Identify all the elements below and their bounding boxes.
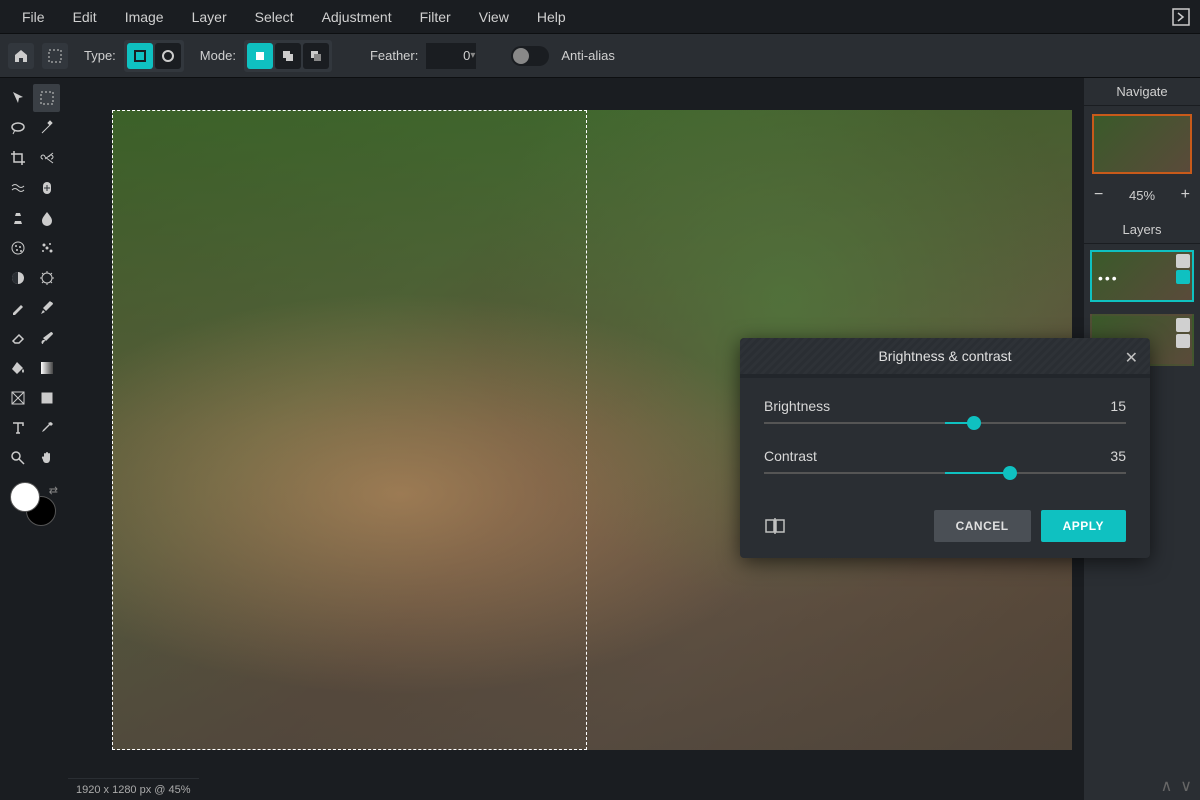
layer-visible-icon[interactable]	[1176, 270, 1190, 284]
contrast-slider-thumb[interactable]	[1003, 466, 1017, 480]
blur-tool[interactable]	[33, 204, 60, 232]
brush-tool[interactable]	[33, 294, 60, 322]
contrast-label: Contrast	[764, 448, 817, 464]
cancel-button[interactable]: CANCEL	[934, 510, 1031, 542]
compare-icon[interactable]	[764, 515, 786, 537]
pen-tool[interactable]	[4, 294, 31, 322]
layer-visible-icon[interactable]	[1176, 334, 1190, 348]
menu-adjustment[interactable]: Adjustment	[308, 3, 406, 31]
navigate-thumbnail[interactable]	[1092, 114, 1192, 174]
mode-subtract[interactable]	[303, 43, 329, 69]
hand-tool[interactable]	[33, 444, 60, 472]
disperse-tool[interactable]	[33, 234, 60, 262]
crop-tool[interactable]	[4, 144, 31, 172]
wand-tool[interactable]	[33, 114, 60, 142]
foreground-color[interactable]	[10, 482, 40, 512]
marquee-tool-icon[interactable]	[42, 43, 68, 69]
gradient-tool[interactable]	[33, 354, 60, 382]
color-swatches: ⇄	[4, 482, 60, 526]
brightness-label: Brightness	[764, 398, 830, 414]
menu-layer[interactable]: Layer	[178, 3, 241, 31]
zoom-in-button[interactable]: +	[1181, 186, 1190, 204]
layer-down-icon[interactable]: ∨	[1180, 776, 1192, 796]
type-rectangle[interactable]	[127, 43, 153, 69]
menu-view[interactable]: View	[465, 3, 523, 31]
type-ellipse[interactable]	[155, 43, 181, 69]
brightness-slider[interactable]	[764, 422, 1126, 424]
apply-button[interactable]: APPLY	[1041, 510, 1126, 542]
text-tool[interactable]	[4, 414, 31, 442]
antialias-toggle[interactable]	[511, 46, 549, 66]
contrast-value: 35	[1110, 448, 1126, 464]
clone-tool[interactable]	[4, 204, 31, 232]
zoom-out-button[interactable]: −	[1094, 186, 1103, 204]
layer-1[interactable]: •••	[1090, 250, 1194, 302]
menubar: File Edit Image Layer Select Adjustment …	[0, 0, 1200, 34]
marquee-tool[interactable]	[33, 84, 60, 112]
dialog-header[interactable]: Brightness & contrast ✕	[740, 338, 1150, 378]
feather-input[interactable]	[426, 43, 476, 69]
layers-panel-header[interactable]: Layers	[1084, 216, 1200, 244]
frame-tool[interactable]	[33, 384, 60, 412]
dialog-title: Brightness & contrast	[878, 348, 1011, 364]
panel-toggle-icon[interactable]	[1170, 6, 1192, 28]
home-button[interactable]	[8, 43, 34, 69]
sharpen-tool[interactable]	[33, 264, 60, 292]
status-bar: 1920 x 1280 px @ 45%	[68, 778, 199, 800]
shape-tool[interactable]	[4, 384, 31, 412]
liquify-tool[interactable]	[4, 174, 31, 202]
mode-add[interactable]	[275, 43, 301, 69]
layer-up-icon[interactable]: ∧	[1161, 776, 1173, 796]
layer-image-icon	[1176, 318, 1190, 332]
lasso-tool[interactable]	[4, 114, 31, 142]
dodge-tool[interactable]	[4, 264, 31, 292]
navigate-panel-header[interactable]: Navigate	[1084, 78, 1200, 106]
type-label: Type:	[84, 48, 116, 63]
replace-color-tool[interactable]	[33, 324, 60, 352]
close-icon[interactable]: ✕	[1125, 348, 1138, 368]
contrast-slider[interactable]	[764, 472, 1126, 474]
fill-tool[interactable]	[4, 354, 31, 382]
brightness-slider-thumb[interactable]	[967, 416, 981, 430]
swap-colors-icon[interactable]: ⇄	[49, 484, 58, 497]
sponge-tool[interactable]	[4, 234, 31, 262]
brightness-contrast-dialog: Brightness & contrast ✕ Brightness 15 Co…	[740, 338, 1150, 558]
menu-file[interactable]: File	[8, 3, 59, 31]
antialias-label: Anti-alias	[561, 48, 614, 63]
mode-label: Mode:	[200, 48, 236, 63]
zoom-tool[interactable]	[4, 444, 31, 472]
eyedropper-tool[interactable]	[33, 414, 60, 442]
eraser-tool[interactable]	[4, 324, 31, 352]
menu-edit[interactable]: Edit	[59, 3, 111, 31]
feather-label: Feather:	[370, 48, 418, 63]
optionsbar: Type: Mode: Feather: ▾ Anti-alias	[0, 34, 1200, 78]
move-tool[interactable]	[4, 84, 31, 112]
menu-image[interactable]: Image	[111, 3, 178, 31]
layer-image-icon	[1176, 254, 1190, 268]
toolbar: ⇄	[0, 78, 64, 800]
mode-replace[interactable]	[247, 43, 273, 69]
menu-select[interactable]: Select	[241, 3, 308, 31]
cutout-tool[interactable]	[33, 144, 60, 172]
zoom-value: 45%	[1129, 188, 1155, 203]
menu-help[interactable]: Help	[523, 3, 580, 31]
brightness-value: 15	[1110, 398, 1126, 414]
heal-tool[interactable]	[33, 174, 60, 202]
menu-filter[interactable]: Filter	[406, 3, 465, 31]
